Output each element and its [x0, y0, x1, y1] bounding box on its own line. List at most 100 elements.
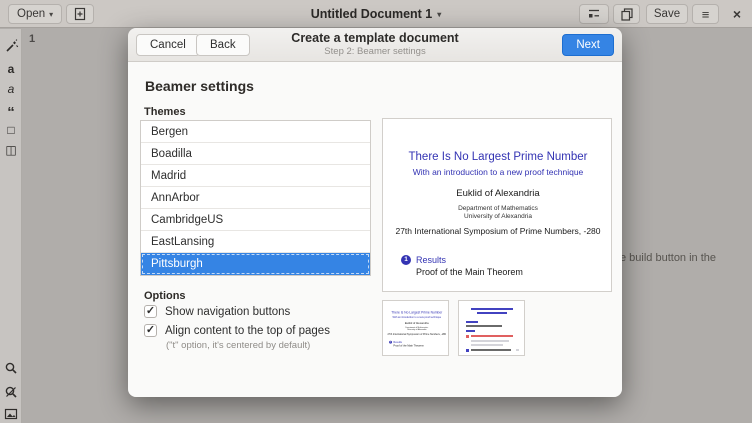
- option-label: Align content to the top of pages: [165, 325, 330, 337]
- italic-button[interactable]: a: [0, 79, 22, 99]
- frame-split-button[interactable]: ◫: [0, 140, 22, 160]
- slide-author: Euklid of Alexandria: [383, 188, 613, 199]
- frame-split-icon: ◫: [5, 143, 16, 157]
- themes-list: Bergen Boadilla Madrid AnnArbor Cambridg…: [140, 120, 371, 276]
- slide-subtitle: With an introduction to a new proof tech…: [384, 316, 449, 319]
- thumb-proof-label: [466, 330, 475, 332]
- slide-title: There Is No Largest Prime Number: [384, 311, 449, 314]
- dialog-title-block: Create a template document Step 2: Beame…: [291, 31, 458, 57]
- find-replace-icon: [4, 385, 18, 399]
- checkbox-checked[interactable]: ✓: [144, 324, 157, 337]
- slide-preview: There Is No Largest Prime Number With an…: [382, 118, 612, 292]
- dialog-title: Create a template document: [291, 31, 458, 45]
- theme-row[interactable]: AnnArbor: [141, 187, 370, 209]
- thumb-alert-bullet: [466, 335, 469, 338]
- window-title-menu[interactable]: Untitled Document 1 ▾: [311, 0, 442, 28]
- beamer-slide: There Is No Largest Prime Number With an…: [383, 119, 613, 293]
- theme-row[interactable]: EastLansing: [141, 231, 370, 253]
- window-title: Untitled Document 1: [311, 7, 433, 21]
- slide-author: Euklid of Alexandria: [384, 322, 449, 325]
- quotes-button[interactable]: “: [0, 99, 22, 119]
- close-window-button[interactable]: ×: [724, 4, 750, 24]
- open-button[interactable]: Open ▾: [8, 4, 62, 24]
- slide-event: 27th International Symposium of Prime Nu…: [383, 226, 613, 236]
- next-button[interactable]: Next: [562, 34, 614, 56]
- app-window: Open ▾ Untitled Document 1 ▾: [0, 0, 752, 423]
- theme-row[interactable]: Boadilla: [141, 143, 370, 165]
- chevron-down-icon: ▾: [437, 10, 441, 19]
- options-label: Options: [144, 290, 186, 302]
- menu-button[interactable]: ≡: [692, 4, 719, 24]
- thumb-page-number: [516, 349, 519, 351]
- build-log-button[interactable]: [579, 4, 609, 24]
- option-label: Show navigation buttons: [165, 306, 290, 318]
- theme-row[interactable]: Madrid: [141, 165, 370, 187]
- slide-subtitle: With an introduction to a new proof tech…: [383, 167, 613, 177]
- dialog-headerbar: Cancel Back Create a template document S…: [128, 28, 622, 62]
- next-button-label: Next: [576, 39, 600, 51]
- slide-university: University of Alexandria: [384, 329, 449, 331]
- quotation-icon: “: [7, 109, 15, 117]
- slide-title: There Is No Largest Prime Number: [383, 151, 613, 163]
- insert-image-button[interactable]: [0, 404, 22, 423]
- option-caption: ("t" option, it's centered by default): [166, 340, 310, 351]
- thumb-alert-line: [471, 335, 513, 337]
- wizard-button[interactable]: [0, 36, 22, 56]
- frame-button[interactable]: □: [0, 120, 22, 140]
- slide-toc-item: Proof of the Main Theorem: [416, 267, 523, 277]
- hamburger-menu-icon: ≡: [702, 7, 710, 22]
- thumb-theorem-label: [466, 321, 478, 323]
- find-replace-button[interactable]: [0, 382, 22, 402]
- slide-university: University of Alexandria: [383, 213, 613, 220]
- italic-a-icon: a: [8, 82, 15, 96]
- toc-section-label: Results: [393, 341, 402, 344]
- preview-button[interactable]: [613, 4, 640, 24]
- checkbox-checked[interactable]: ✓: [144, 305, 157, 318]
- back-button-label: Back: [210, 39, 236, 51]
- editor-background-text: e build button in the: [620, 252, 716, 264]
- dialog-subtitle: Step 2: Beamer settings: [291, 46, 458, 57]
- new-document-button[interactable]: [66, 4, 94, 24]
- close-icon: ×: [733, 6, 741, 22]
- bold-a-icon: a: [8, 62, 15, 76]
- tools-sidebar: a a “ □ ◫: [0, 29, 22, 423]
- thumb-item-bullet: [466, 349, 469, 352]
- slide-thumbnail-2: [458, 300, 525, 356]
- option-align-top[interactable]: ✓ Align content to the top of pages: [144, 324, 330, 337]
- pages-icon: [620, 7, 634, 21]
- cancel-button[interactable]: Cancel: [136, 34, 200, 56]
- thumb-hidden-line: [471, 340, 509, 342]
- toc-number-badge: 1: [401, 255, 411, 265]
- frame-icon: □: [7, 123, 14, 137]
- slide-toc-entry: 1 Results: [401, 255, 446, 265]
- theme-row-selected[interactable]: Pittsburgh: [141, 253, 370, 275]
- toc-section-label: Results: [416, 255, 446, 265]
- page-title: Beamer settings: [145, 78, 254, 94]
- save-button[interactable]: Save: [646, 4, 688, 24]
- new-document-icon: [73, 7, 87, 21]
- line-number: 1: [29, 33, 35, 45]
- theme-row[interactable]: CambridgeUS: [141, 209, 370, 231]
- save-button-label: Save: [654, 8, 680, 20]
- option-show-navigation[interactable]: ✓ Show navigation buttons: [144, 305, 290, 318]
- slide-toc-entry: 1 Results: [389, 341, 402, 344]
- slide-toc-item: Proof of the Main Theorem: [393, 344, 423, 347]
- toc-number-badge: 1: [389, 341, 392, 344]
- dialog-body: Beamer settings Themes Bergen Boadilla M…: [128, 62, 622, 397]
- thumb-theorem-text: [466, 325, 502, 327]
- slide-thumbnail-1: There Is No Largest Prime Number With an…: [382, 300, 449, 356]
- thumb-hidden-line: [471, 344, 503, 346]
- search-button[interactable]: [0, 358, 22, 378]
- cancel-button-label: Cancel: [150, 39, 186, 51]
- bold-button[interactable]: a: [0, 59, 22, 79]
- back-button[interactable]: Back: [196, 34, 250, 56]
- image-icon: [4, 407, 18, 421]
- search-icon: [4, 361, 18, 375]
- theme-row[interactable]: Bergen: [141, 121, 370, 143]
- build-log-icon: [587, 7, 601, 21]
- thumbnail-slide-clone: There Is No Largest Prime Number With an…: [384, 302, 449, 352]
- slide-event: 27th International Symposium of Prime Nu…: [384, 332, 449, 335]
- thumb-item-line: [471, 349, 511, 351]
- magic-wand-icon: [4, 39, 19, 54]
- template-dialog: Cancel Back Create a template document S…: [128, 28, 622, 397]
